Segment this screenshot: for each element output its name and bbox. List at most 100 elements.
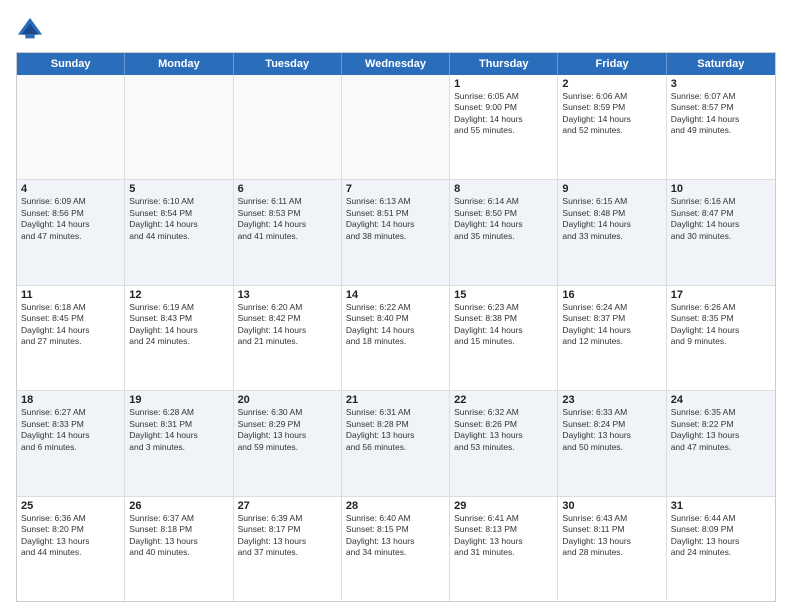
header-day-wednesday: Wednesday — [342, 53, 450, 75]
day-cell-15: 15Sunrise: 6:23 AM Sunset: 8:38 PM Dayli… — [450, 286, 558, 390]
day-info-30: Sunrise: 6:43 AM Sunset: 8:11 PM Dayligh… — [562, 513, 661, 559]
day-number-2: 2 — [562, 78, 661, 90]
day-number-3: 3 — [671, 78, 771, 90]
day-number-13: 13 — [238, 289, 337, 301]
day-info-7: Sunrise: 6:13 AM Sunset: 8:51 PM Dayligh… — [346, 196, 445, 242]
day-info-10: Sunrise: 6:16 AM Sunset: 8:47 PM Dayligh… — [671, 196, 771, 242]
day-info-6: Sunrise: 6:11 AM Sunset: 8:53 PM Dayligh… — [238, 196, 337, 242]
day-number-14: 14 — [346, 289, 445, 301]
day-info-28: Sunrise: 6:40 AM Sunset: 8:15 PM Dayligh… — [346, 513, 445, 559]
day-info-22: Sunrise: 6:32 AM Sunset: 8:26 PM Dayligh… — [454, 407, 553, 453]
day-info-2: Sunrise: 6:06 AM Sunset: 8:59 PM Dayligh… — [562, 91, 661, 137]
day-info-15: Sunrise: 6:23 AM Sunset: 8:38 PM Dayligh… — [454, 302, 553, 348]
day-info-26: Sunrise: 6:37 AM Sunset: 8:18 PM Dayligh… — [129, 513, 228, 559]
day-cell-6: 6Sunrise: 6:11 AM Sunset: 8:53 PM Daylig… — [234, 180, 342, 284]
day-number-6: 6 — [238, 183, 337, 195]
day-info-3: Sunrise: 6:07 AM Sunset: 8:57 PM Dayligh… — [671, 91, 771, 137]
day-info-24: Sunrise: 6:35 AM Sunset: 8:22 PM Dayligh… — [671, 407, 771, 453]
calendar-row-1: 4Sunrise: 6:09 AM Sunset: 8:56 PM Daylig… — [17, 179, 775, 284]
day-number-19: 19 — [129, 394, 228, 406]
day-info-1: Sunrise: 6:05 AM Sunset: 9:00 PM Dayligh… — [454, 91, 553, 137]
day-number-30: 30 — [562, 500, 661, 512]
day-info-21: Sunrise: 6:31 AM Sunset: 8:28 PM Dayligh… — [346, 407, 445, 453]
day-info-9: Sunrise: 6:15 AM Sunset: 8:48 PM Dayligh… — [562, 196, 661, 242]
day-cell-31: 31Sunrise: 6:44 AM Sunset: 8:09 PM Dayli… — [667, 497, 775, 601]
empty-cell — [125, 75, 233, 179]
day-info-4: Sunrise: 6:09 AM Sunset: 8:56 PM Dayligh… — [21, 196, 120, 242]
day-cell-19: 19Sunrise: 6:28 AM Sunset: 8:31 PM Dayli… — [125, 391, 233, 495]
calendar-row-2: 11Sunrise: 6:18 AM Sunset: 8:45 PM Dayli… — [17, 285, 775, 390]
day-cell-3: 3Sunrise: 6:07 AM Sunset: 8:57 PM Daylig… — [667, 75, 775, 179]
day-info-17: Sunrise: 6:26 AM Sunset: 8:35 PM Dayligh… — [671, 302, 771, 348]
calendar-row-4: 25Sunrise: 6:36 AM Sunset: 8:20 PM Dayli… — [17, 496, 775, 601]
day-cell-8: 8Sunrise: 6:14 AM Sunset: 8:50 PM Daylig… — [450, 180, 558, 284]
empty-cell — [17, 75, 125, 179]
day-cell-9: 9Sunrise: 6:15 AM Sunset: 8:48 PM Daylig… — [558, 180, 666, 284]
day-cell-20: 20Sunrise: 6:30 AM Sunset: 8:29 PM Dayli… — [234, 391, 342, 495]
day-info-29: Sunrise: 6:41 AM Sunset: 8:13 PM Dayligh… — [454, 513, 553, 559]
calendar: SundayMondayTuesdayWednesdayThursdayFrid… — [16, 52, 776, 602]
day-info-31: Sunrise: 6:44 AM Sunset: 8:09 PM Dayligh… — [671, 513, 771, 559]
day-info-14: Sunrise: 6:22 AM Sunset: 8:40 PM Dayligh… — [346, 302, 445, 348]
header-day-monday: Monday — [125, 53, 233, 75]
day-info-5: Sunrise: 6:10 AM Sunset: 8:54 PM Dayligh… — [129, 196, 228, 242]
day-number-21: 21 — [346, 394, 445, 406]
day-cell-5: 5Sunrise: 6:10 AM Sunset: 8:54 PM Daylig… — [125, 180, 233, 284]
day-cell-2: 2Sunrise: 6:06 AM Sunset: 8:59 PM Daylig… — [558, 75, 666, 179]
day-number-23: 23 — [562, 394, 661, 406]
day-number-26: 26 — [129, 500, 228, 512]
day-info-18: Sunrise: 6:27 AM Sunset: 8:33 PM Dayligh… — [21, 407, 120, 453]
day-cell-4: 4Sunrise: 6:09 AM Sunset: 8:56 PM Daylig… — [17, 180, 125, 284]
day-cell-17: 17Sunrise: 6:26 AM Sunset: 8:35 PM Dayli… — [667, 286, 775, 390]
header — [16, 16, 776, 44]
day-cell-30: 30Sunrise: 6:43 AM Sunset: 8:11 PM Dayli… — [558, 497, 666, 601]
empty-cell — [342, 75, 450, 179]
day-number-1: 1 — [454, 78, 553, 90]
day-cell-22: 22Sunrise: 6:32 AM Sunset: 8:26 PM Dayli… — [450, 391, 558, 495]
header-day-thursday: Thursday — [450, 53, 558, 75]
day-cell-16: 16Sunrise: 6:24 AM Sunset: 8:37 PM Dayli… — [558, 286, 666, 390]
day-info-13: Sunrise: 6:20 AM Sunset: 8:42 PM Dayligh… — [238, 302, 337, 348]
day-number-11: 11 — [21, 289, 120, 301]
day-number-12: 12 — [129, 289, 228, 301]
day-info-11: Sunrise: 6:18 AM Sunset: 8:45 PM Dayligh… — [21, 302, 120, 348]
day-cell-23: 23Sunrise: 6:33 AM Sunset: 8:24 PM Dayli… — [558, 391, 666, 495]
day-info-23: Sunrise: 6:33 AM Sunset: 8:24 PM Dayligh… — [562, 407, 661, 453]
calendar-row-0: 1Sunrise: 6:05 AM Sunset: 9:00 PM Daylig… — [17, 75, 775, 179]
day-number-29: 29 — [454, 500, 553, 512]
day-number-24: 24 — [671, 394, 771, 406]
day-number-9: 9 — [562, 183, 661, 195]
logo — [16, 16, 48, 44]
calendar-row-3: 18Sunrise: 6:27 AM Sunset: 8:33 PM Dayli… — [17, 390, 775, 495]
day-info-12: Sunrise: 6:19 AM Sunset: 8:43 PM Dayligh… — [129, 302, 228, 348]
day-number-28: 28 — [346, 500, 445, 512]
day-number-20: 20 — [238, 394, 337, 406]
day-info-20: Sunrise: 6:30 AM Sunset: 8:29 PM Dayligh… — [238, 407, 337, 453]
day-number-27: 27 — [238, 500, 337, 512]
empty-cell — [234, 75, 342, 179]
day-number-4: 4 — [21, 183, 120, 195]
day-number-17: 17 — [671, 289, 771, 301]
day-info-16: Sunrise: 6:24 AM Sunset: 8:37 PM Dayligh… — [562, 302, 661, 348]
day-cell-25: 25Sunrise: 6:36 AM Sunset: 8:20 PM Dayli… — [17, 497, 125, 601]
day-number-18: 18 — [21, 394, 120, 406]
day-number-5: 5 — [129, 183, 228, 195]
header-day-sunday: Sunday — [17, 53, 125, 75]
day-number-22: 22 — [454, 394, 553, 406]
day-number-25: 25 — [21, 500, 120, 512]
page: SundayMondayTuesdayWednesdayThursdayFrid… — [0, 0, 792, 612]
day-number-16: 16 — [562, 289, 661, 301]
day-cell-12: 12Sunrise: 6:19 AM Sunset: 8:43 PM Dayli… — [125, 286, 233, 390]
day-number-7: 7 — [346, 183, 445, 195]
day-cell-26: 26Sunrise: 6:37 AM Sunset: 8:18 PM Dayli… — [125, 497, 233, 601]
day-number-15: 15 — [454, 289, 553, 301]
day-cell-11: 11Sunrise: 6:18 AM Sunset: 8:45 PM Dayli… — [17, 286, 125, 390]
day-cell-28: 28Sunrise: 6:40 AM Sunset: 8:15 PM Dayli… — [342, 497, 450, 601]
day-cell-14: 14Sunrise: 6:22 AM Sunset: 8:40 PM Dayli… — [342, 286, 450, 390]
logo-icon — [16, 16, 44, 44]
day-cell-21: 21Sunrise: 6:31 AM Sunset: 8:28 PM Dayli… — [342, 391, 450, 495]
day-cell-10: 10Sunrise: 6:16 AM Sunset: 8:47 PM Dayli… — [667, 180, 775, 284]
day-number-10: 10 — [671, 183, 771, 195]
calendar-body: 1Sunrise: 6:05 AM Sunset: 9:00 PM Daylig… — [17, 75, 775, 601]
day-info-27: Sunrise: 6:39 AM Sunset: 8:17 PM Dayligh… — [238, 513, 337, 559]
